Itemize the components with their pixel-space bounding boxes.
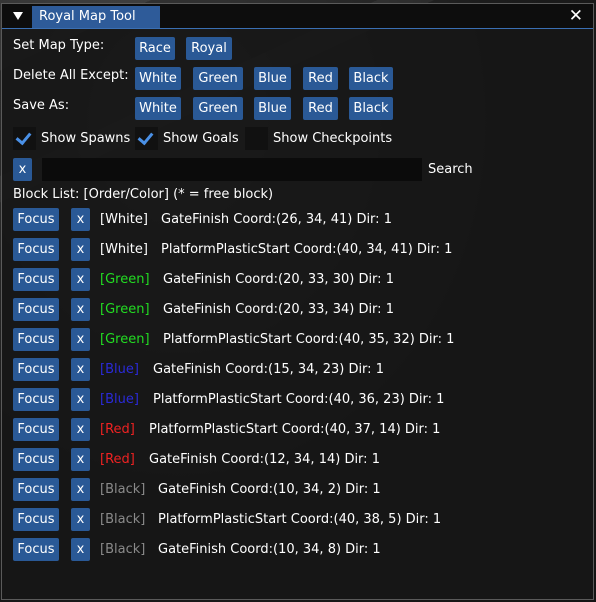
- checkmark-icon: [15, 128, 32, 146]
- delete-except-red-button[interactable]: Red: [303, 67, 338, 90]
- block-color-tag: [White]: [100, 212, 148, 227]
- block-description: PlatformPlasticStart Coord:(40, 36, 23) …: [153, 392, 445, 407]
- show-spawns-checkbox[interactable]: [13, 127, 36, 150]
- block-list-header: Block List: [Order/Color] (* = free bloc…: [13, 187, 274, 202]
- save-as-label: Save As:: [13, 98, 70, 113]
- focus-button[interactable]: Focus: [13, 478, 59, 501]
- block-row: Focus x [Red] GateFinish Coord:(12, 34, 14)…: [2, 448, 593, 472]
- block-description: GateFinish Coord:(12, 34, 14) Dir: 1: [149, 452, 380, 467]
- block-description: GateFinish Coord:(26, 34, 41) Dir: 1: [161, 212, 392, 227]
- focus-button[interactable]: Focus: [13, 298, 59, 321]
- block-description: GateFinish Coord:(15, 34, 23) Dir: 1: [153, 362, 384, 377]
- show-checkpoints-label: Show Checkpoints: [273, 131, 393, 146]
- block-color-tag: [Blue]: [100, 362, 139, 377]
- delete-except-green-button[interactable]: Green: [193, 67, 243, 90]
- block-color-tag: [Green]: [100, 302, 150, 317]
- block-color-tag: [White]: [100, 242, 148, 257]
- block-row: Focus x [White] GateFinish Coord:(26, 34, 4…: [2, 208, 593, 232]
- block-row: Focus x [Green] GateFinish Coord:(20, 33, 3…: [2, 298, 593, 322]
- search-input[interactable]: [42, 158, 422, 181]
- focus-button[interactable]: Focus: [13, 418, 59, 441]
- remove-block-button[interactable]: x: [71, 478, 90, 501]
- close-icon[interactable]: ✕: [569, 6, 583, 26]
- block-row: Focus x [Green] PlatformPlasticStart Coord:…: [2, 328, 593, 352]
- save-as-black-button[interactable]: Black: [349, 97, 393, 120]
- search-label: Search: [428, 162, 473, 177]
- remove-block-button[interactable]: x: [71, 298, 90, 321]
- royal-map-tool-window: Royal Map Tool ✕ Set Map Type: Race Roya…: [1, 3, 594, 600]
- save-as-white-button[interactable]: White: [135, 97, 181, 120]
- map-type-royal-button[interactable]: Royal: [186, 37, 232, 60]
- focus-button[interactable]: Focus: [13, 358, 59, 381]
- remove-block-button[interactable]: x: [71, 418, 90, 441]
- block-row: Focus x [Black] GateFinish Coord:(10, 34, 2…: [2, 478, 593, 502]
- block-color-tag: [Blue]: [100, 392, 139, 407]
- remove-block-button[interactable]: x: [71, 508, 90, 531]
- remove-block-button[interactable]: x: [71, 388, 90, 411]
- delete-except-label: Delete All Except:: [13, 68, 129, 83]
- block-row: Focus x [Black] PlatformPlasticStart Coord:…: [2, 508, 593, 532]
- block-description: GateFinish Coord:(20, 33, 30) Dir: 1: [163, 272, 394, 287]
- save-as-blue-button[interactable]: Blue: [254, 97, 291, 120]
- block-row: Focus x [Black] GateFinish Coord:(10, 34, 8…: [2, 538, 593, 562]
- delete-except-black-button[interactable]: Black: [349, 67, 393, 90]
- block-description: PlatformPlasticStart Coord:(40, 35, 32) …: [163, 332, 455, 347]
- block-row: Focus x [Blue] PlatformPlasticStart Coord:(…: [2, 388, 593, 412]
- block-row: Focus x [Red] PlatformPlasticStart Coord:(4…: [2, 418, 593, 442]
- block-color-tag: [Black]: [100, 542, 146, 557]
- block-color-tag: [Black]: [100, 482, 146, 497]
- save-as-red-button[interactable]: Red: [303, 97, 338, 120]
- block-description: PlatformPlasticStart Coord:(40, 34, 41) …: [161, 242, 453, 257]
- focus-button[interactable]: Focus: [13, 328, 59, 351]
- block-description: PlatformPlasticStart Coord:(40, 37, 14) …: [149, 422, 441, 437]
- block-color-tag: [Black]: [100, 512, 146, 527]
- collapse-triangle-icon[interactable]: [13, 12, 23, 20]
- clear-search-button[interactable]: x: [13, 158, 32, 181]
- show-spawns-label: Show Spawns: [41, 131, 131, 146]
- block-row: Focus x [White] PlatformPlasticStart Coord:…: [2, 238, 593, 262]
- title-bar[interactable]: Royal Map Tool ✕: [2, 4, 593, 29]
- window-title: Royal Map Tool: [32, 6, 160, 28]
- block-color-tag: [Red]: [100, 422, 135, 437]
- map-type-race-button[interactable]: Race: [135, 37, 175, 60]
- checkmark-icon: [137, 128, 154, 146]
- block-color-tag: [Red]: [100, 452, 135, 467]
- focus-button[interactable]: Focus: [13, 388, 59, 411]
- focus-button[interactable]: Focus: [13, 448, 59, 471]
- focus-button[interactable]: Focus: [13, 208, 59, 231]
- block-description: GateFinish Coord:(20, 33, 34) Dir: 1: [163, 302, 394, 317]
- remove-block-button[interactable]: x: [71, 238, 90, 261]
- block-color-tag: [Green]: [100, 332, 150, 347]
- block-color-tag: [Green]: [100, 272, 150, 287]
- focus-button[interactable]: Focus: [13, 538, 59, 561]
- map-type-label: Set Map Type:: [13, 38, 105, 53]
- focus-button[interactable]: Focus: [13, 238, 59, 261]
- block-description: GateFinish Coord:(10, 34, 8) Dir: 1: [158, 542, 381, 557]
- delete-except-blue-button[interactable]: Blue: [254, 67, 291, 90]
- remove-block-button[interactable]: x: [71, 448, 90, 471]
- remove-block-button[interactable]: x: [71, 328, 90, 351]
- delete-except-white-button[interactable]: White: [135, 67, 181, 90]
- focus-button[interactable]: Focus: [13, 508, 59, 531]
- block-description: GateFinish Coord:(10, 34, 2) Dir: 1: [158, 482, 381, 497]
- focus-button[interactable]: Focus: [13, 268, 59, 291]
- remove-block-button[interactable]: x: [71, 208, 90, 231]
- show-checkpoints-checkbox[interactable]: [245, 127, 268, 150]
- block-row: Focus x [Blue] GateFinish Coord:(15, 34, 23…: [2, 358, 593, 382]
- remove-block-button[interactable]: x: [71, 268, 90, 291]
- show-goals-label: Show Goals: [163, 131, 239, 146]
- remove-block-button[interactable]: x: [71, 538, 90, 561]
- remove-block-button[interactable]: x: [71, 358, 90, 381]
- block-row: Focus x [Green] GateFinish Coord:(20, 33, 3…: [2, 268, 593, 292]
- show-goals-checkbox[interactable]: [135, 127, 158, 150]
- block-description: PlatformPlasticStart Coord:(40, 38, 5) D…: [158, 512, 442, 527]
- save-as-green-button[interactable]: Green: [193, 97, 243, 120]
